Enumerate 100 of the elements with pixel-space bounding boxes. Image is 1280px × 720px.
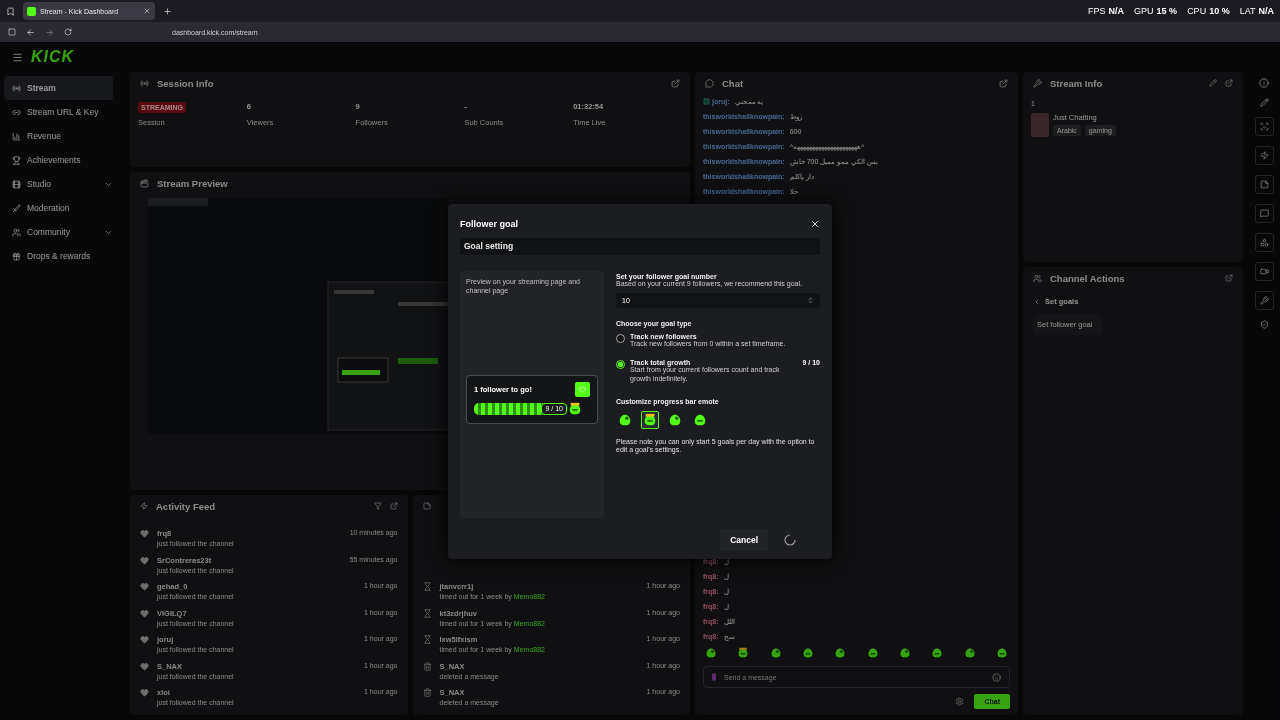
heart-icon [140, 688, 149, 697]
panel-title: Channel Actions [1050, 272, 1126, 284]
heart-icon [140, 555, 149, 565]
heart-icon [140, 608, 149, 618]
sidebar-toggle-icon[interactable] [8, 28, 16, 36]
hourglass-icon [422, 582, 432, 591]
log-icon [422, 502, 431, 510]
badge-icon [703, 98, 710, 105]
wrench-icon [1259, 296, 1269, 305]
mic-icon [712, 673, 716, 681]
broadcast-icon [12, 83, 21, 93]
rail-button[interactable] [1254, 262, 1274, 281]
panel-title: Stream Info [1050, 77, 1104, 89]
sidebar-item[interactable]: Drops & rewards [4, 244, 113, 268]
emote-icon[interactable] [834, 647, 847, 659]
emote-icon[interactable] [769, 647, 782, 659]
favicon-icon [27, 6, 36, 16]
section-header: Goal setting [460, 237, 820, 255]
emote-icon[interactable] [568, 401, 582, 416]
wrench-icon [1033, 78, 1042, 88]
forward-icon[interactable] [45, 27, 54, 37]
new-tab-icon[interactable] [163, 6, 172, 16]
rail-button[interactable] [1254, 175, 1274, 194]
preview-icon [140, 178, 149, 188]
emote-icon[interactable] [866, 647, 879, 659]
bolt-icon [1259, 151, 1269, 160]
chart-icon [12, 131, 21, 141]
sidebar-item[interactable]: Studio [4, 172, 104, 196]
chat-icon [705, 78, 714, 88]
close-icon[interactable] [810, 218, 820, 229]
popout-icon[interactable] [999, 78, 1008, 88]
emote-icon[interactable] [737, 647, 750, 659]
category-thumbnail [1031, 113, 1049, 137]
popout-icon[interactable] [1225, 274, 1233, 282]
loading-spinner [784, 533, 796, 546]
popout-icon[interactable] [389, 502, 398, 510]
tab-list-icon[interactable] [6, 6, 15, 16]
emote-icon[interactable] [931, 647, 944, 659]
heart-icon [140, 529, 149, 538]
heart-icon [140, 661, 149, 671]
rail-button[interactable] [1254, 233, 1274, 252]
dialog-title: Follower goal [460, 218, 519, 229]
sidebar-item[interactable]: Stream URL & Key [4, 100, 113, 124]
heart-icon [579, 385, 586, 393]
shield-icon[interactable] [1259, 320, 1269, 329]
panel-title: Stream Preview [157, 177, 229, 189]
back-icon[interactable] [26, 27, 35, 37]
emote-icon[interactable] [995, 647, 1008, 659]
panel-title: Activity Feed [156, 500, 217, 512]
rail-button[interactable] [1254, 146, 1274, 165]
hourglass-icon [422, 635, 432, 644]
follow-button[interactable] [575, 381, 590, 397]
perf-stat: LAT N/A [1239, 6, 1274, 16]
emote-icon[interactable] [705, 647, 717, 659]
trash-icon [422, 661, 432, 671]
popout-icon[interactable] [671, 78, 680, 88]
panel-title: Chat [722, 77, 745, 89]
perf-stat: FPS N/A [1088, 6, 1125, 16]
emote-icon[interactable] [802, 647, 814, 659]
info-icon[interactable] [1259, 78, 1269, 88]
trash-icon [422, 688, 432, 697]
trophy-icon [12, 155, 21, 165]
stepper-icon[interactable] [807, 297, 814, 305]
perf-stat: GPU 15 % [1134, 6, 1178, 16]
menu-icon[interactable] [12, 51, 23, 63]
logo: KICK [31, 48, 75, 66]
rail-button[interactable] [1254, 291, 1274, 310]
radio-button[interactable] [616, 334, 625, 344]
panel-title: Session Info [157, 77, 215, 89]
popout-icon[interactable] [1225, 79, 1233, 87]
sidebar-item[interactable]: Achievements [4, 148, 113, 172]
cancel-button[interactable]: Cancel [720, 528, 768, 551]
heart-icon [140, 582, 149, 591]
bolt-icon [140, 502, 148, 510]
note-icon [1259, 180, 1269, 189]
video-icon [1259, 267, 1269, 276]
stream-icon [140, 78, 149, 88]
sidebar-item[interactable]: Revenue [4, 124, 113, 148]
sidebar-item[interactable]: Community [4, 220, 104, 244]
shapes-icon [1259, 238, 1269, 247]
close-tab-icon[interactable] [143, 7, 151, 15]
emote-icon[interactable] [963, 647, 976, 659]
chevron-left-icon [1033, 297, 1041, 306]
gift-icon [12, 251, 21, 261]
heart-icon [140, 635, 149, 644]
face-scan-icon [1259, 122, 1269, 131]
perf-stat: CPU 10 % [1187, 6, 1230, 16]
emoji-icon[interactable] [992, 672, 1001, 682]
sidebar-item[interactable]: Moderation [4, 196, 113, 220]
filter-icon[interactable] [373, 502, 382, 510]
radio-button[interactable] [616, 360, 625, 369]
reload-icon[interactable] [64, 28, 72, 36]
hourglass-icon [422, 608, 432, 618]
film-icon [12, 179, 21, 189]
chat-icon [1259, 209, 1269, 218]
sword-icon [12, 203, 21, 213]
emote-icon[interactable] [898, 647, 911, 659]
people-icon [1033, 273, 1042, 283]
people-icon [12, 227, 21, 237]
sidebar-item[interactable]: Stream [4, 76, 113, 100]
